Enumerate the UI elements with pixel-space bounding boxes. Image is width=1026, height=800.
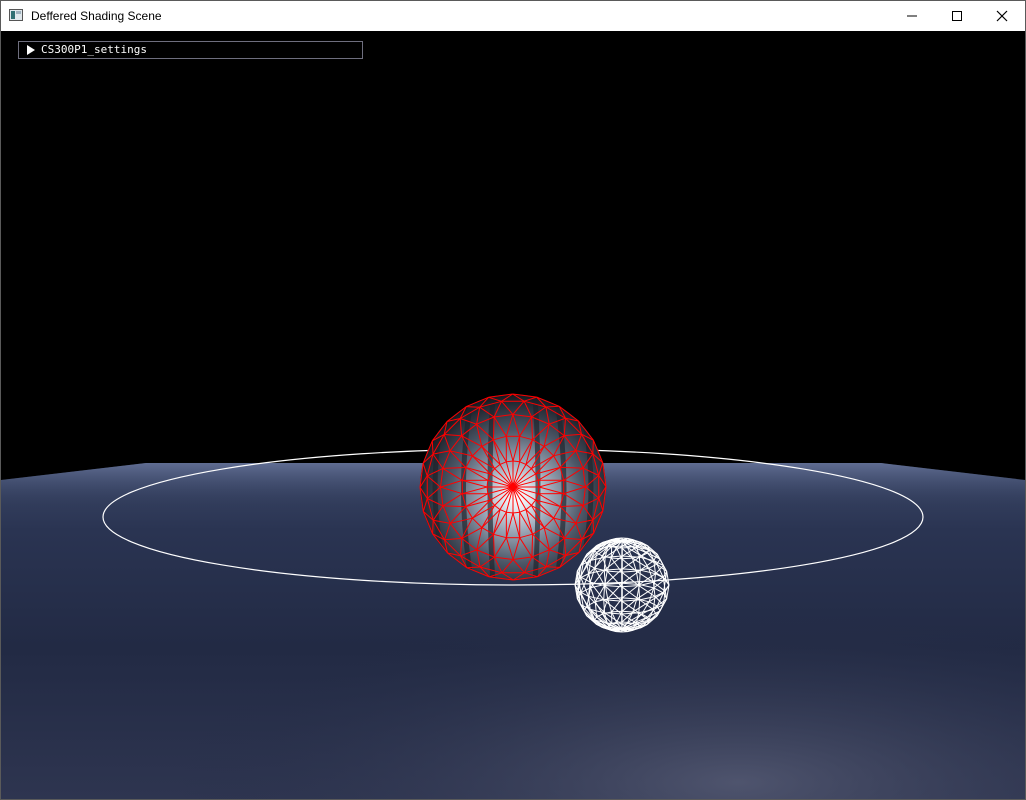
collapse-arrow-icon[interactable] bbox=[27, 45, 35, 55]
minimize-icon bbox=[907, 15, 917, 17]
render-viewport[interactable]: CS300P1_settings bbox=[1, 31, 1025, 799]
title-bar[interactable]: Deffered Shading Scene bbox=[1, 1, 1025, 31]
maximize-button[interactable] bbox=[934, 1, 980, 31]
maximize-icon bbox=[952, 11, 962, 21]
close-button[interactable] bbox=[979, 1, 1025, 31]
settings-panel-label: CS300P1_settings bbox=[41, 43, 147, 56]
scene-canvas bbox=[1, 393, 1025, 799]
close-icon bbox=[996, 10, 1008, 22]
settings-panel-header[interactable]: CS300P1_settings bbox=[18, 41, 363, 59]
application-window: Deffered Shading Scene CS300P1_settings bbox=[0, 0, 1026, 800]
minimize-button[interactable] bbox=[889, 1, 935, 31]
window-title: Deffered Shading Scene bbox=[31, 9, 162, 23]
app-window-icon bbox=[9, 9, 23, 21]
